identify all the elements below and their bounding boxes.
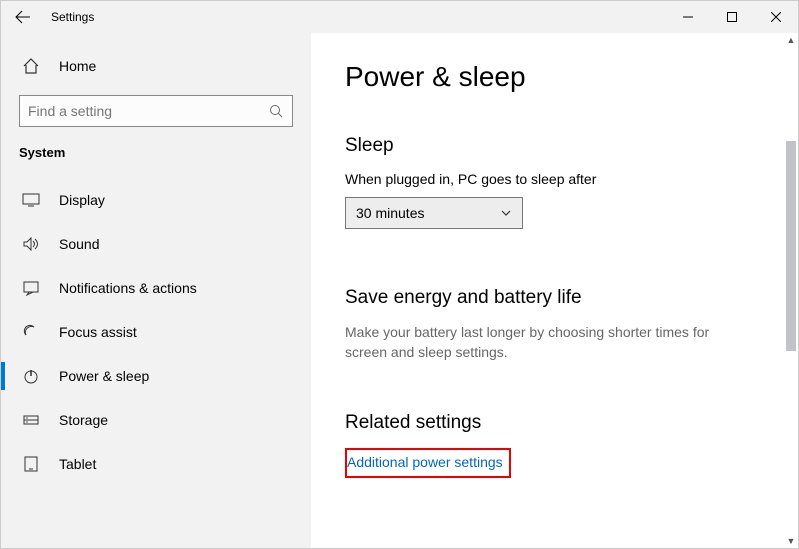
category-label: System	[1, 145, 311, 160]
sidebar-item-tablet[interactable]: Tablet	[1, 442, 311, 486]
maximize-button[interactable]	[710, 1, 754, 33]
page-title: Power & sleep	[345, 61, 798, 93]
search-input[interactable]	[28, 103, 268, 119]
sleep-dropdown[interactable]: 30 minutes	[345, 197, 523, 229]
sidebar-item-label: Tablet	[59, 456, 96, 472]
search-box[interactable]	[19, 95, 293, 127]
power-icon	[21, 366, 41, 386]
chevron-down-icon	[500, 207, 512, 219]
tablet-icon	[21, 454, 41, 474]
minimize-icon	[683, 12, 693, 22]
close-icon	[771, 12, 781, 22]
sound-icon	[21, 234, 41, 254]
sidebar-item-notifications[interactable]: Notifications & actions	[1, 266, 311, 310]
focus-icon	[21, 322, 41, 342]
search-icon	[268, 103, 284, 119]
back-arrow-icon	[15, 9, 31, 25]
scroll-track[interactable]	[784, 47, 798, 534]
sidebar-item-power[interactable]: Power & sleep	[1, 354, 311, 398]
minimize-button[interactable]	[666, 1, 710, 33]
scroll-thumb[interactable]	[786, 141, 796, 351]
sidebar-item-focus[interactable]: Focus assist	[1, 310, 311, 354]
sleep-section-title: Sleep	[345, 135, 798, 157]
scrollbar[interactable]: ▲ ▼	[784, 33, 798, 548]
sidebar-item-display[interactable]: Display	[1, 178, 311, 222]
sidebar: Home System Display Sound Notifications …	[1, 33, 311, 548]
sleep-field-label: When plugged in, PC goes to sleep after	[345, 171, 798, 187]
window-title: Settings	[51, 10, 94, 24]
sidebar-item-label: Power & sleep	[59, 368, 149, 384]
back-button[interactable]	[1, 1, 45, 33]
maximize-icon	[727, 12, 737, 22]
sidebar-item-label: Sound	[59, 236, 99, 252]
notifications-icon	[21, 278, 41, 298]
sidebar-item-storage[interactable]: Storage	[1, 398, 311, 442]
related-section-title: Related settings	[345, 412, 798, 434]
close-button[interactable]	[754, 1, 798, 33]
home-icon	[21, 56, 41, 76]
additional-power-settings-link[interactable]: Additional power settings	[347, 454, 503, 470]
sidebar-item-sound[interactable]: Sound	[1, 222, 311, 266]
storage-icon	[21, 410, 41, 430]
scroll-down-button[interactable]: ▼	[784, 534, 798, 548]
titlebar: Settings	[1, 1, 798, 33]
sidebar-item-label: Storage	[59, 412, 108, 428]
energy-description: Make your battery last longer by choosin…	[345, 323, 745, 362]
sidebar-item-label: Display	[59, 192, 105, 208]
content-area: Power & sleep Sleep When plugged in, PC …	[311, 33, 798, 548]
highlighted-link-box: Additional power settings	[345, 448, 511, 478]
scroll-up-button[interactable]: ▲	[784, 33, 798, 47]
sleep-dropdown-value: 30 minutes	[356, 205, 424, 221]
sidebar-item-label: Focus assist	[59, 324, 137, 340]
display-icon	[21, 190, 41, 210]
home-label: Home	[59, 58, 96, 74]
home-button[interactable]: Home	[1, 47, 311, 85]
sidebar-item-label: Notifications & actions	[59, 280, 197, 296]
energy-section-title: Save energy and battery life	[345, 287, 798, 309]
